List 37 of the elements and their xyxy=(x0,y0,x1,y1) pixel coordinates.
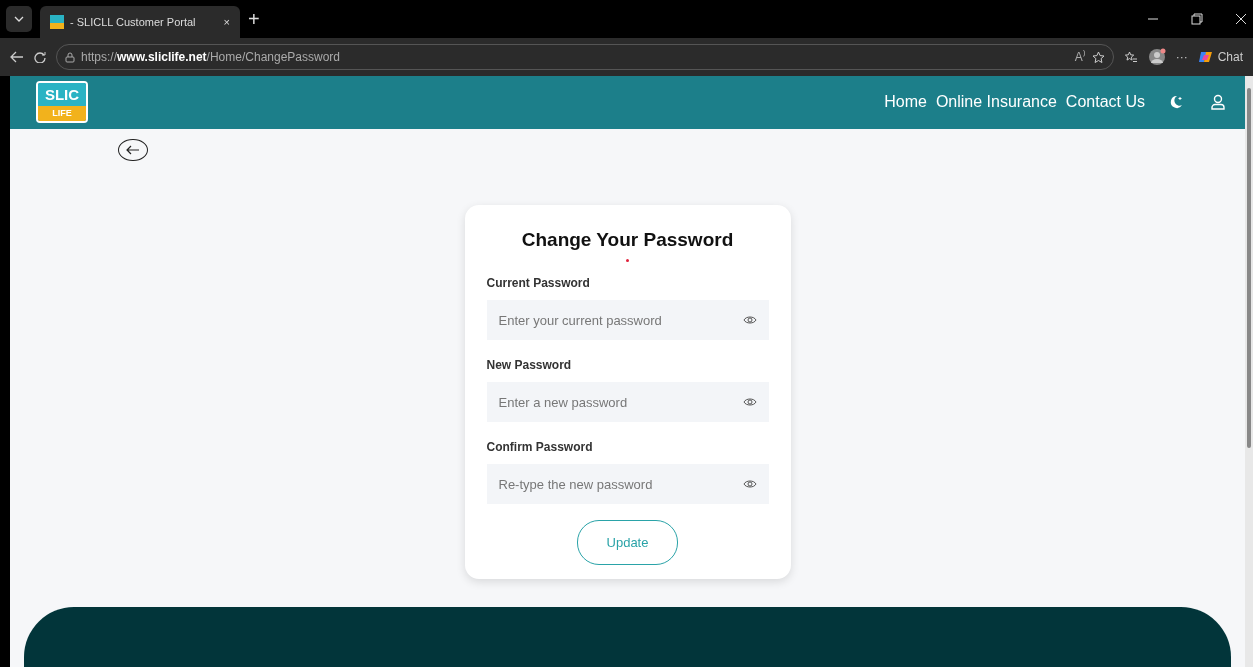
chat-button[interactable]: Chat xyxy=(1197,48,1243,66)
more-button[interactable]: ··· xyxy=(1175,48,1188,66)
reload-icon[interactable] xyxy=(34,51,46,63)
back-arrow-icon[interactable] xyxy=(10,51,24,63)
eye-icon[interactable] xyxy=(742,479,757,489)
nav-link[interactable]: Online Insurance xyxy=(935,90,1057,115)
field-label: Confirm Password xyxy=(486,439,594,456)
nav-link[interactable]: Home xyxy=(884,90,927,115)
tab-close-button[interactable]: × xyxy=(223,13,230,31)
read-aloud-button[interactable]: A⁾ xyxy=(1074,48,1086,66)
profile-avatar-icon[interactable] xyxy=(1147,48,1166,66)
password-field[interactable]: Enter a new password xyxy=(486,382,769,422)
chevron-down-icon xyxy=(14,16,24,22)
field-label: New Password xyxy=(486,357,573,374)
eye-icon[interactable] xyxy=(742,397,757,407)
restore-icon[interactable] xyxy=(1191,13,1203,25)
site-favicon-icon xyxy=(50,15,64,29)
dot-mark xyxy=(626,259,629,262)
user-icon[interactable] xyxy=(1211,94,1225,111)
eye-icon[interactable] xyxy=(742,315,757,325)
nav-link[interactable]: Contact Us xyxy=(1065,90,1145,115)
url-text[interactable]: https://www.sliclife.net/Home/ChangePassword xyxy=(81,48,340,66)
scrollbar[interactable] xyxy=(1245,76,1253,667)
browser-tab[interactable]: - SLICLL Customer Portal × xyxy=(40,6,240,38)
lock-icon xyxy=(65,51,75,63)
close-icon[interactable] xyxy=(1235,13,1247,25)
tab-list-button[interactable] xyxy=(6,6,32,32)
field-label: Current Password xyxy=(486,275,591,292)
star-icon[interactable] xyxy=(1091,50,1105,64)
favorites-icon[interactable] xyxy=(1123,50,1138,64)
tab-title: - SLICLL Customer Portal xyxy=(70,14,197,30)
new-tab-button[interactable]: + xyxy=(248,4,260,34)
password-field[interactable]: Re-type the new password xyxy=(486,464,769,504)
left-arrow-icon xyxy=(126,144,140,155)
password-field[interactable]: Enter your current password xyxy=(486,300,769,340)
copilot-icon xyxy=(1197,49,1214,65)
form-title: Change Your Password xyxy=(520,229,735,252)
